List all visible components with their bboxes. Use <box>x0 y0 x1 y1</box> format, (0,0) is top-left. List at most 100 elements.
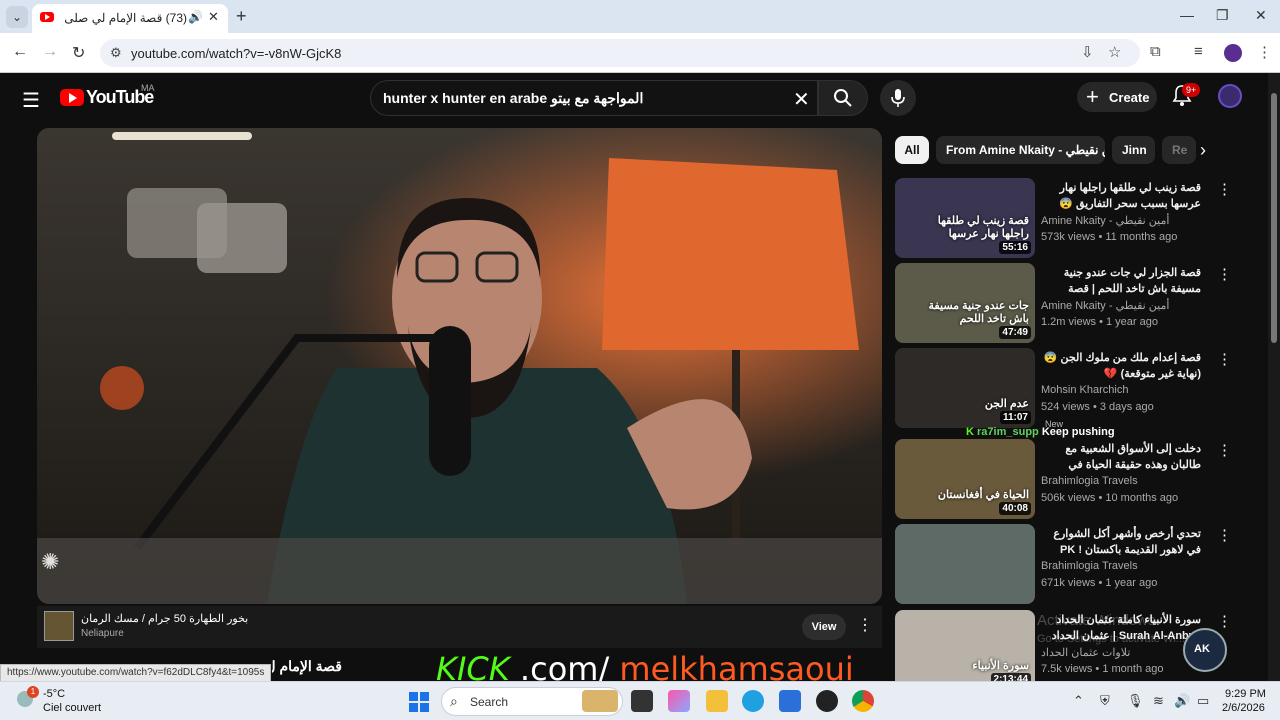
related-video-item[interactable]: عدم الجن 11:07 قصة إعدام ملك من ملوك الج… <box>895 348 1255 430</box>
related-video-item[interactable]: جات عندو جنية مسيفة باش تاخد اللحم 47:49… <box>895 263 1255 345</box>
related-channel[interactable]: Brahimlogia Travels <box>1041 475 1138 487</box>
chip-re[interactable]: Re <box>1162 136 1196 164</box>
forward-icon[interactable]: → <box>42 43 58 61</box>
related-thumbnail[interactable]: عدم الجن 11:07 <box>895 348 1035 428</box>
video-duration: 40:08 <box>999 502 1031 515</box>
search-button[interactable] <box>818 80 868 116</box>
video-player[interactable] <box>37 128 882 604</box>
volume-icon[interactable]: 🔊 <box>1174 693 1190 709</box>
chat-new-badge: New <box>1045 419 1064 429</box>
install-app-icon[interactable]: ⇩ <box>1081 43 1094 61</box>
hamburger-menu-icon[interactable]: ☰ <box>22 88 40 113</box>
back-icon[interactable]: ← <box>12 43 28 61</box>
youtube-logo-icon[interactable] <box>60 89 84 106</box>
related-title[interactable]: دخلت إلى الأسواق الشعبية مع طالبان وهذه … <box>1041 441 1201 473</box>
windows-start-icon[interactable] <box>409 692 429 712</box>
media-control-icon[interactable]: ≡ <box>1194 43 1203 60</box>
related-title[interactable]: قصة زينب لي طلقها راجلها نهار عرسها بسبب… <box>1041 180 1201 212</box>
related-title[interactable]: قصة إعدام ملك من ملوك الجن 😨 (نهاية غير … <box>1041 350 1201 382</box>
more-actions-icon[interactable]: ⋮ <box>1217 350 1232 368</box>
more-actions-icon[interactable]: ⋮ <box>1217 441 1232 459</box>
more-actions-icon[interactable]: ⋮ <box>1217 612 1232 630</box>
wifi-icon[interactable]: ≋ <box>1153 693 1164 709</box>
related-thumbnail[interactable]: قصة زينب لي طلقها راجلها نهار عرسها 55:1… <box>895 178 1035 258</box>
related-meta: 7.5k views • 1 month ago <box>1041 663 1164 675</box>
omnibox[interactable]: ⚙ youtube.com/watch?v=-v8nW-GjcK8 <box>100 39 1140 67</box>
search-highlight-icon[interactable] <box>582 690 618 712</box>
account-avatar[interactable] <box>1218 84 1242 108</box>
related-channel[interactable]: Amine Nkaity - أمين نقيطي <box>1041 299 1169 312</box>
related-title[interactable]: تحدي أرخص وأشهر أكل الشوارع في لاهور الق… <box>1041 526 1201 558</box>
minimize-icon[interactable]: — <box>1180 7 1194 23</box>
chip-jinn[interactable]: Jinn <box>1112 136 1155 164</box>
ad-view-button[interactable]: View <box>802 614 846 640</box>
site-info-icon[interactable]: ⚙ <box>110 45 122 61</box>
related-thumbnail[interactable]: جات عندو جنية مسيفة باش تاخد اللحم 47:49 <box>895 263 1035 343</box>
weather-description[interactable]: Ciel couvert <box>43 702 101 714</box>
related-title[interactable]: قصة الجزار لي جات عندو جنية مسيفة باش تا… <box>1041 265 1201 297</box>
show-hidden-icons-icon[interactable]: ⌃ <box>1073 693 1084 709</box>
scrollbar-thumb[interactable] <box>1271 93 1277 343</box>
new-tab-button[interactable]: + <box>236 6 247 27</box>
related-channel[interactable]: تلاوات عثمان الحداد <box>1041 646 1130 659</box>
related-video-item[interactable]: الحياة في أفغانستان 40:08 دخلت إلى الأسو… <box>895 439 1255 521</box>
video-title: قصة الإمام ل <box>272 658 342 674</box>
copilot-icon[interactable] <box>668 690 690 712</box>
url-text[interactable]: youtube.com/watch?v=-v8nW-GjcK8 <box>131 46 341 61</box>
chip-from-channel[interactable]: From Amine Nkaity - أمين نقيطي <box>936 136 1105 164</box>
more-actions-icon[interactable]: ⋮ <box>1217 526 1232 544</box>
defender-icon[interactable]: ⛨ <box>1100 693 1110 709</box>
ak-logo-text: AK <box>1194 643 1210 655</box>
weather-temperature[interactable]: -5°C <box>43 688 65 700</box>
file-explorer-icon[interactable] <box>706 690 728 712</box>
related-meta: 573k views • 11 months ago <box>1041 231 1178 243</box>
browser-profile-avatar[interactable] <box>1224 44 1242 62</box>
tab-close-icon[interactable]: ✕ <box>208 9 219 25</box>
address-toolbar: ← → ↻ ⚙ youtube.com/watch?v=-v8nW-GjcK8 … <box>0 33 1280 73</box>
speaker-icon[interactable]: 🔊 <box>188 10 203 24</box>
extensions-icon[interactable]: ⧉ <box>1150 43 1161 60</box>
related-video-item[interactable]: تحدي أرخص وأشهر أكل الشوارع في لاهور الق… <box>895 524 1255 606</box>
chrome-icon[interactable] <box>852 690 874 712</box>
related-thumbnail[interactable]: الحياة في أفغانستان 40:08 <box>895 439 1035 519</box>
video-duration: 47:49 <box>999 326 1031 339</box>
create-button[interactable]: + Create <box>1077 82 1157 112</box>
channel-watermark-icon: ✺ <box>41 549 60 574</box>
voice-search-button[interactable] <box>880 80 916 116</box>
task-view-icon[interactable] <box>631 690 653 712</box>
media-app-icon[interactable] <box>816 690 838 712</box>
more-actions-icon[interactable]: ⋮ <box>1217 265 1232 283</box>
reload-icon[interactable]: ↻ <box>72 43 85 63</box>
tab-search-dropdown[interactable]: ⌄ <box>6 6 28 28</box>
related-thumbnail[interactable]: سورة الأنبياء 2:13:44 <box>895 610 1035 690</box>
edge-icon[interactable] <box>742 690 764 712</box>
chevron-right-icon[interactable]: › <box>1200 140 1206 161</box>
search-query[interactable]: hunter x hunter en arabe المواجهة مع بيت… <box>383 90 643 107</box>
browser-tab-active[interactable]: (73) قصة الإمام لي صلى بال... 🔊 ✕ <box>32 4 228 33</box>
related-meta: 671k views • 1 year ago <box>1041 577 1158 589</box>
clock-time[interactable]: 9:29 PM <box>1225 688 1266 700</box>
battery-icon[interactable]: ▭ <box>1197 693 1209 709</box>
clear-search-icon[interactable]: ✕ <box>793 87 810 112</box>
store-icon[interactable] <box>779 690 801 712</box>
ad-more-icon[interactable]: ⋮ <box>857 615 873 635</box>
search-input[interactable]: hunter x hunter en arabe المواجهة مع بيت… <box>370 80 818 116</box>
ad-banner[interactable]: بخور الطهارة 50 جرام / مسك الرمان Neliap… <box>37 606 882 648</box>
related-channel[interactable]: Amine Nkaity - أمين نقيطي <box>1041 214 1169 227</box>
browser-menu-icon[interactable]: ⋮ <box>1257 43 1272 61</box>
window-close-icon[interactable]: ✕ <box>1255 7 1267 24</box>
ad-thumbnail[interactable] <box>44 611 74 641</box>
page-scrollbar[interactable] <box>1268 73 1280 681</box>
related-channel[interactable]: Mohsin Kharchich <box>1041 384 1128 396</box>
related-video-item[interactable]: قصة زينب لي طلقها راجلها نهار عرسها 55:1… <box>895 178 1255 260</box>
search-icon: ⌕ <box>450 693 458 709</box>
restore-icon[interactable]: ❐ <box>1216 7 1229 24</box>
ad-title[interactable]: بخور الطهارة 50 جرام / مسك الرمان <box>81 612 248 625</box>
related-channel[interactable]: Brahimlogia Travels <box>1041 560 1138 572</box>
more-actions-icon[interactable]: ⋮ <box>1217 180 1232 198</box>
microphone-tray-icon[interactable]: 🎙 <box>1127 693 1144 709</box>
clock-date[interactable]: 2/6/2026 <box>1222 702 1265 714</box>
bookmark-star-icon[interactable]: ☆ <box>1108 43 1121 61</box>
chip-all[interactable]: All <box>895 136 929 164</box>
related-thumbnail[interactable] <box>895 524 1035 604</box>
